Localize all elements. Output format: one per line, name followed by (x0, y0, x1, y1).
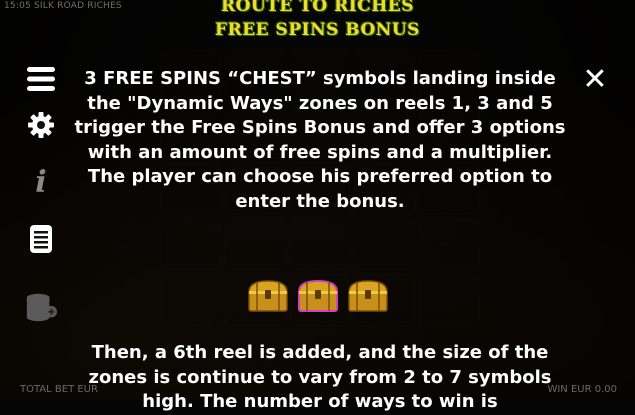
info-icon[interactable]: i (24, 165, 58, 200)
settings-gear-icon[interactable] (24, 108, 58, 142)
coin-stack-icon[interactable] (24, 290, 58, 324)
close-icon: ✕ (582, 61, 608, 97)
paytable-icon[interactable] (24, 222, 58, 256)
page-title: ROUTE TO RICHES (220, 0, 415, 16)
description-paragraph: Then, a 6th reel is added, and the size … (88, 342, 552, 412)
menu-icon[interactable] (24, 62, 58, 96)
page-subtitle: FREE SPINS BONUS (215, 20, 420, 40)
close-button[interactable]: ✕ (579, 61, 611, 97)
chest-icon-highlighted (297, 279, 339, 312)
description-paragraph: 3 FREE SPINS “CHEST” symbols landing ins… (74, 68, 566, 163)
chest-icon (248, 280, 288, 312)
chest-icon (348, 280, 388, 312)
bonus-description-continued: Then, a 6th reel is added, and the size … (70, 341, 570, 415)
chest-symbols (243, 276, 393, 316)
bonus-description: 3 FREE SPINS “CHEST” symbols landing ins… (70, 67, 570, 214)
description-paragraph: The player can choose his preferred opti… (87, 166, 553, 212)
